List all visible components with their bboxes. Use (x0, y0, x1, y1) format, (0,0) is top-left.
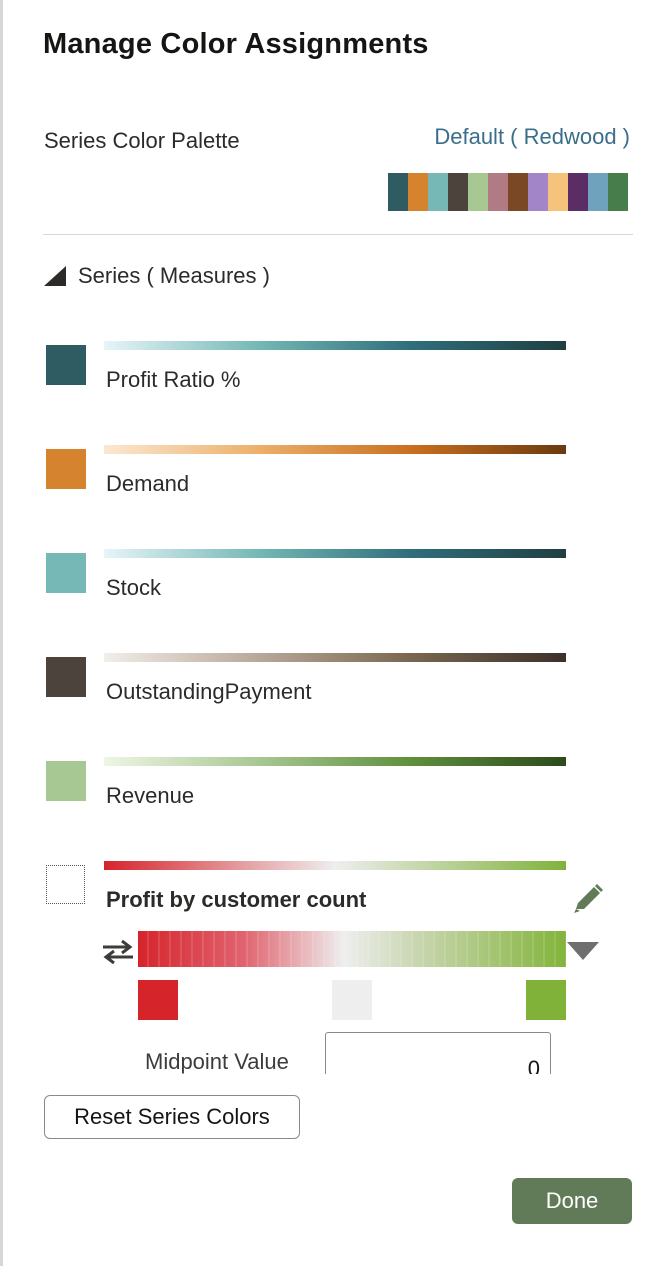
done-button[interactable]: Done (512, 1178, 632, 1224)
series-gradient-bar (104, 861, 566, 870)
series-gradient-bar (104, 653, 566, 662)
series-color-swatch[interactable] (46, 553, 86, 593)
series-color-swatch[interactable] (46, 345, 86, 385)
series-section-label: Series ( Measures ) (78, 263, 270, 288)
series-gradient-bar (104, 757, 566, 766)
palette-swatch (428, 173, 448, 211)
palette-swatch (408, 173, 428, 211)
gradient-stop-low[interactable] (138, 980, 178, 1020)
diverging-gradient-editor[interactable] (138, 931, 566, 967)
gradient-stop-high[interactable] (526, 980, 566, 1020)
series-gradient-bar (104, 341, 566, 350)
palette-swatch (588, 173, 608, 211)
gradient-dropdown-chevron-icon[interactable] (567, 942, 599, 960)
palette-swatch (448, 173, 468, 211)
divider (43, 234, 633, 235)
palette-swatch (568, 173, 588, 211)
series-color-swatch[interactable] (46, 761, 86, 801)
palette-swatch (388, 173, 408, 211)
palette-swatch-strip (388, 173, 628, 211)
series-name: Profit Ratio % (106, 367, 241, 392)
gradient-stop-mid[interactable] (332, 980, 372, 1020)
palette-swatch (548, 173, 568, 211)
midpoint-input[interactable] (325, 1032, 551, 1074)
series-color-swatch[interactable] (46, 449, 86, 489)
series-name: Demand (106, 471, 190, 496)
series-color-swatch[interactable] (46, 657, 86, 697)
palette-swatch (468, 173, 488, 211)
swap-direction-icon[interactable] (100, 939, 136, 965)
series-gradient-bar (104, 549, 566, 558)
collapse-triangle-icon (44, 266, 66, 286)
series-name: Profit by customer count (106, 887, 367, 912)
series-name: Stock (106, 575, 162, 600)
series-name: Revenue (106, 783, 195, 808)
palette-label: Series Color Palette (44, 128, 240, 153)
midpoint-input-wrapper (325, 1032, 555, 1074)
palette-swatch (488, 173, 508, 211)
palette-swatch (528, 173, 548, 211)
edit-pencil-icon[interactable] (568, 879, 608, 919)
palette-select-link[interactable]: Default ( Redwood ) (434, 124, 630, 150)
palette-swatch (608, 173, 628, 211)
series-section-toggle[interactable]: Series ( Measures ) (44, 263, 270, 289)
midpoint-label: Midpoint Value (145, 1049, 289, 1074)
series-color-swatch-empty[interactable] (46, 865, 85, 904)
palette-swatch (508, 173, 528, 211)
dialog-title: Manage Color Assignments (43, 28, 429, 60)
series-name: OutstandingPayment (106, 679, 312, 704)
manage-color-dialog: Manage Color Assignments Series Color Pa… (3, 0, 670, 1266)
reset-series-colors-button[interactable]: Reset Series Colors (44, 1095, 300, 1139)
series-gradient-bar (104, 445, 566, 454)
